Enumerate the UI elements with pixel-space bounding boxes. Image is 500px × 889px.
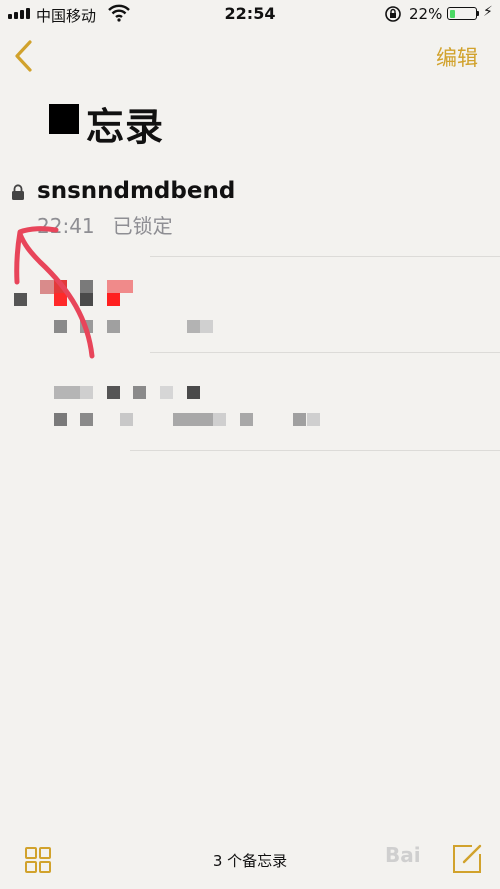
separator xyxy=(130,450,500,451)
rotation-lock-icon xyxy=(385,6,401,22)
separator xyxy=(150,352,500,353)
note-time: 22:41 xyxy=(37,214,95,238)
separator xyxy=(150,256,500,257)
note-status: 已锁定 xyxy=(112,214,173,238)
note-count: 3 个备忘录 xyxy=(212,852,288,870)
watermark-text: Bai xyxy=(385,843,421,867)
charging-bolt-icon: ⚡ xyxy=(483,4,493,20)
battery-percent: 22% xyxy=(409,5,443,23)
battery-icon xyxy=(447,7,477,20)
note-title: snsnndmdbend xyxy=(37,178,236,204)
lock-icon xyxy=(12,184,24,200)
note-subtitle: 22:41 已锁定 xyxy=(37,210,173,239)
page-title: 忘录 xyxy=(86,105,165,149)
status-bar: 中国移动 22:54 22% ⚡ xyxy=(0,0,500,28)
edit-button[interactable]: 编辑 xyxy=(436,42,478,72)
chevron-left-icon[interactable] xyxy=(12,40,34,72)
compose-icon[interactable] xyxy=(450,842,484,876)
